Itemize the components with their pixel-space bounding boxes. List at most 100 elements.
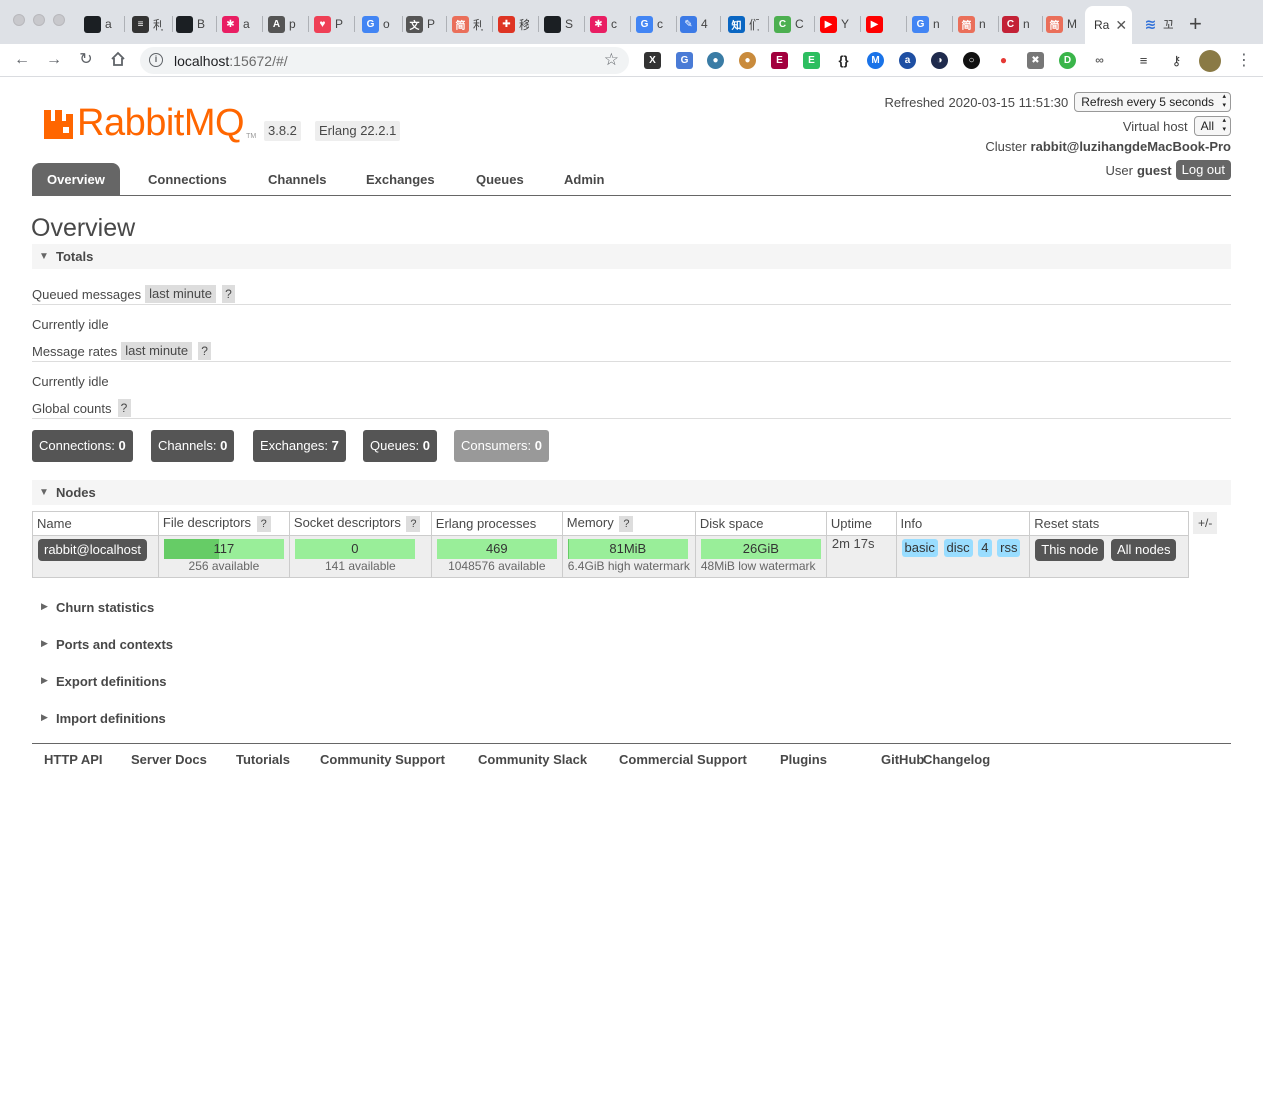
col-name[interactable]: Name xyxy=(32,511,159,536)
window-close-button[interactable] xyxy=(13,14,25,26)
help-icon[interactable]: ? xyxy=(222,285,235,303)
node-link[interactable]: rabbit@localhost xyxy=(38,539,148,561)
cookie-extension-icon[interactable]: ● xyxy=(739,52,756,69)
browser-tab[interactable]: ▶ Y xyxy=(820,12,851,36)
rates-range-select[interactable]: last minute xyxy=(121,342,193,360)
export-definitions-toggle[interactable]: ▶ Export definitions xyxy=(32,674,167,689)
record-extension-icon[interactable]: ● xyxy=(995,52,1012,69)
help-icon[interactable]: ? xyxy=(256,516,271,532)
browser-tab[interactable]: Gc xyxy=(636,12,667,36)
tab-queues[interactable]: Queues xyxy=(461,163,539,196)
footer-link-tutorials[interactable]: Tutorials xyxy=(236,752,290,767)
browser-tab[interactable]: ▶ xyxy=(866,12,897,36)
info-tag-rss[interactable]: rss xyxy=(997,539,1021,557)
browser-tab[interactable]: Cn xyxy=(1002,12,1033,36)
footer-link-changelog[interactable]: Changelog xyxy=(923,752,990,767)
browser-tab-active[interactable]: Ra ✕ xyxy=(1085,6,1132,44)
browser-tab[interactable]: a xyxy=(84,12,115,36)
info-tag-basic[interactable]: basic xyxy=(901,539,938,557)
tab-channels[interactable]: Channels xyxy=(253,163,342,196)
footer-link-community-slack[interactable]: Community Slack xyxy=(478,752,587,767)
browser-tab[interactable]: ≋ 꼬 xyxy=(1142,12,1173,36)
help-icon[interactable]: ? xyxy=(117,399,131,417)
nodes-section-toggle[interactable]: ▼ Nodes xyxy=(32,480,1231,505)
browser-tab[interactable]: 简M xyxy=(1046,12,1077,36)
erlang-extension-icon[interactable]: E xyxy=(771,52,788,69)
translate-extension-icon[interactable]: G xyxy=(676,52,693,69)
col-memory[interactable]: Memory ? xyxy=(561,511,696,536)
col-disk-space[interactable]: Disk space xyxy=(694,511,827,536)
site-info-icon[interactable]: i xyxy=(149,53,163,67)
ports-contexts-toggle[interactable]: ▶ Ports and contexts xyxy=(32,637,173,652)
queued-range-select[interactable]: last minute xyxy=(145,285,216,303)
new-tab-button[interactable]: + xyxy=(1189,12,1202,36)
info-tag-cores[interactable]: 4 xyxy=(978,539,992,557)
footer-link-plugins[interactable]: Plugins xyxy=(780,752,827,767)
reset-all-nodes-button[interactable]: All nodes xyxy=(1110,539,1177,561)
help-icon[interactable]: ? xyxy=(198,342,212,360)
browser-tab[interactable]: 文P xyxy=(406,12,437,36)
puzzle-extension-icon[interactable]: ✖ xyxy=(1027,52,1044,69)
reset-this-node-button[interactable]: This node xyxy=(1035,539,1105,561)
tab-overview[interactable]: Overview xyxy=(32,163,120,196)
col-info[interactable]: Info xyxy=(895,511,1031,536)
bike-extension-icon[interactable]: ∞ xyxy=(1091,52,1108,69)
browser-menu-icon[interactable]: ⋮ xyxy=(1236,50,1252,70)
playlist-icon[interactable]: ≡ xyxy=(1135,52,1152,69)
column-toggle-button[interactable]: +/- xyxy=(1193,512,1218,534)
globe-extension-icon[interactable]: ● xyxy=(707,52,724,69)
browser-tab[interactable]: 简n xyxy=(958,12,989,36)
col-reset-stats[interactable]: Reset stats xyxy=(1029,511,1189,536)
browser-tab[interactable]: Gn xyxy=(912,12,943,36)
col-uptime[interactable]: Uptime xyxy=(825,511,897,536)
info-tag-disc[interactable]: disc xyxy=(943,539,973,557)
close-tab-icon[interactable]: ✕ xyxy=(1115,17,1127,34)
circle-extension-icon[interactable]: ○ xyxy=(963,52,980,69)
profile-avatar[interactable] xyxy=(1199,50,1221,72)
browser-tab[interactable]: 简利 xyxy=(452,12,483,36)
back-icon[interactable]: ← xyxy=(12,50,32,70)
reload-icon[interactable]: ↻ xyxy=(76,50,96,70)
home-icon[interactable] xyxy=(108,50,128,70)
key-icon[interactable]: ⚷ xyxy=(1168,52,1185,69)
help-icon[interactable]: ? xyxy=(406,516,421,532)
consumers-count[interactable]: Consumers: 0 xyxy=(454,430,549,462)
x-extension-icon[interactable]: X xyxy=(644,52,661,69)
footer-link-github[interactable]: GitHub xyxy=(881,752,924,767)
browser-tab[interactable]: ✱ c xyxy=(590,12,621,36)
col-file-descriptors[interactable]: File descriptors ? xyxy=(157,511,290,536)
browser-tab[interactable]: ✎ 4 xyxy=(680,12,711,36)
a-extension-icon[interactable]: a xyxy=(899,52,916,69)
footer-link-community-support[interactable]: Community Support xyxy=(320,752,445,767)
browser-tab[interactable]: S xyxy=(544,12,575,36)
evernote-extension-icon[interactable]: E xyxy=(803,52,820,69)
tab-exchanges[interactable]: Exchanges xyxy=(351,163,450,196)
totals-section-toggle[interactable]: ▼ Totals xyxy=(32,244,1231,269)
forward-icon[interactable]: → xyxy=(44,50,64,70)
window-zoom-button[interactable] xyxy=(53,14,65,26)
url-text[interactable]: localhost:15672/#/ xyxy=(174,53,288,69)
vhost-select[interactable]: All xyxy=(1193,116,1231,136)
churn-statistics-toggle[interactable]: ▶ Churn statistics xyxy=(32,600,154,615)
tab-connections[interactable]: Connections xyxy=(133,163,242,196)
browser-tab[interactable]: 知们 xyxy=(728,12,759,36)
browser-tab[interactable]: ≡ 利 xyxy=(132,12,163,36)
m-extension-icon[interactable]: M xyxy=(867,52,884,69)
browser-tab[interactable]: ♥ P xyxy=(314,12,345,36)
import-definitions-toggle[interactable]: ▶ Import definitions xyxy=(32,711,166,726)
address-bar[interactable]: i localhost:15672/#/ ☆ xyxy=(140,47,629,74)
help-icon[interactable]: ? xyxy=(619,516,634,532)
connections-count[interactable]: Connections: 0 xyxy=(32,430,133,462)
json-extension-icon[interactable]: {} xyxy=(835,52,852,69)
refresh-interval-select[interactable]: Refresh every 5 seconds xyxy=(1074,92,1231,112)
browser-tab[interactable]: Go xyxy=(362,12,393,36)
footer-link-server-docs[interactable]: Server Docs xyxy=(131,752,207,767)
browser-tab[interactable]: CC xyxy=(774,12,805,36)
col-erlang-processes[interactable]: Erlang processes xyxy=(430,511,563,536)
footer-link-http-api[interactable]: HTTP API xyxy=(44,752,103,767)
d-extension-icon[interactable]: D xyxy=(1059,52,1076,69)
channels-count[interactable]: Channels: 0 xyxy=(151,430,235,462)
window-minimize-button[interactable] xyxy=(33,14,45,26)
browser-tab[interactable]: ✱ a xyxy=(222,12,253,36)
browser-tab[interactable]: ✚ 移 xyxy=(498,12,529,36)
